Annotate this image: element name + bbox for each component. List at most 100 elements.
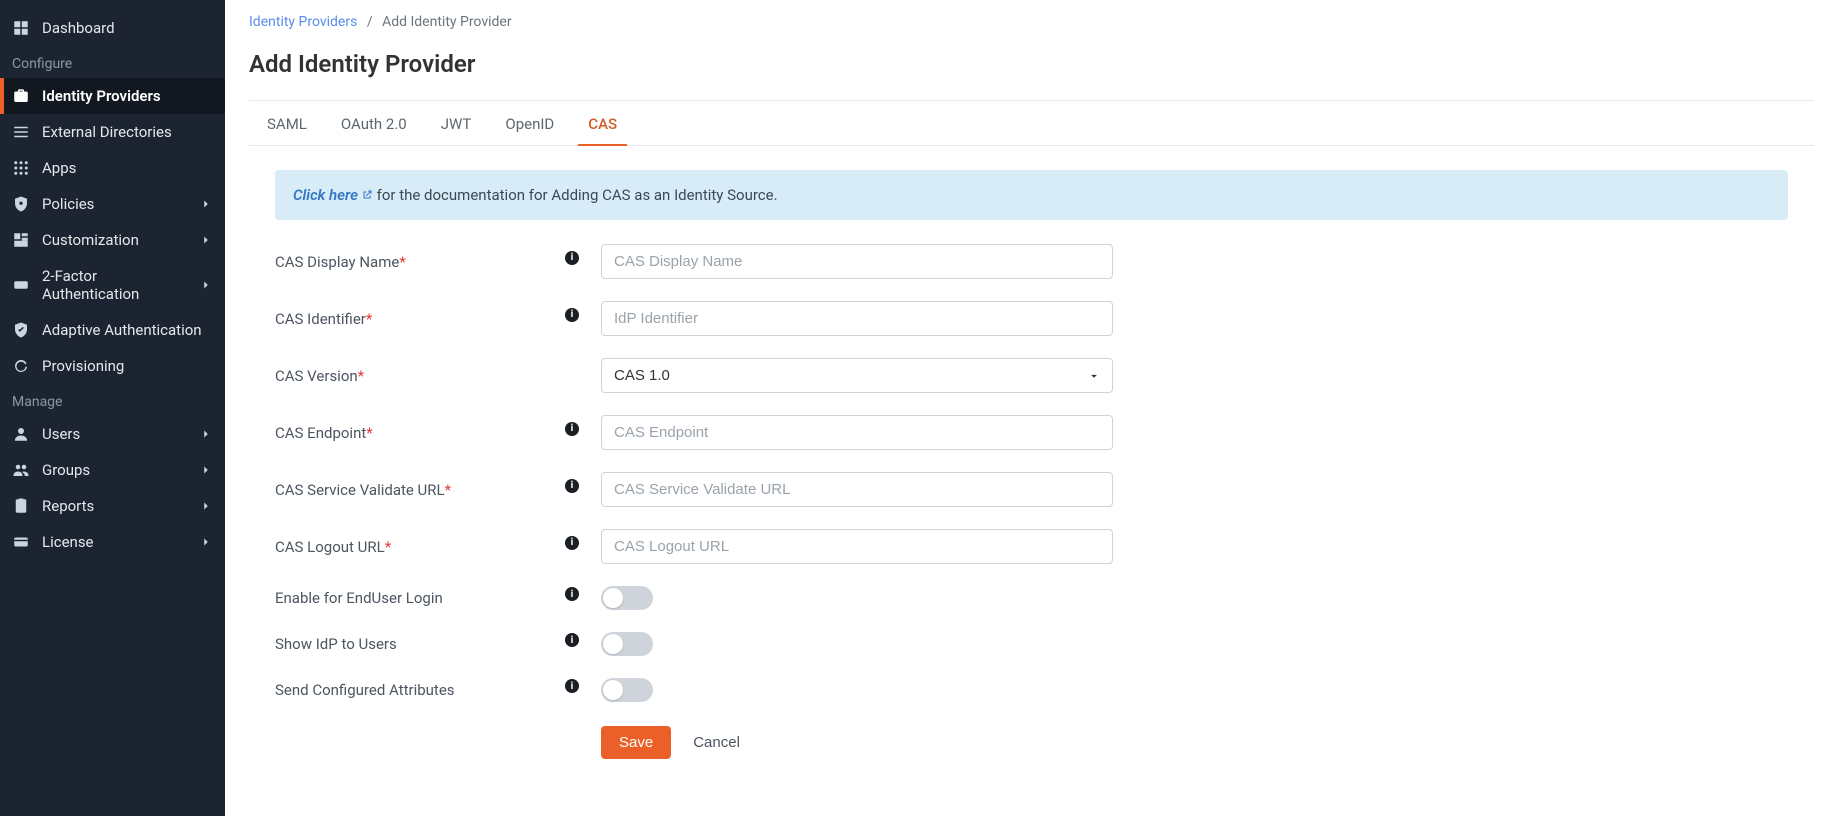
chevron-right-icon xyxy=(199,233,213,247)
sync-icon xyxy=(12,357,30,375)
label-show-idp: Show IdP to Users xyxy=(275,635,565,653)
sidebar-item-label: 2-Factor Authentication xyxy=(42,267,187,303)
sidebar-item-users[interactable]: Users xyxy=(0,416,225,452)
info-icon[interactable]: i xyxy=(565,633,579,647)
external-link-icon xyxy=(361,189,373,201)
info-banner: Click here for the documentation for Add… xyxy=(275,170,1788,220)
row-logout-url: CAS Logout URL* i xyxy=(275,529,1788,564)
info-icon[interactable]: i xyxy=(565,251,579,265)
input-logout-url[interactable] xyxy=(601,529,1113,564)
sidebar-item-label: License xyxy=(42,533,94,551)
toggle-enduser-login[interactable] xyxy=(601,586,653,610)
chevron-right-icon xyxy=(199,535,213,549)
sidebar-item-label: External Directories xyxy=(42,123,172,141)
toggle-send-attrs[interactable] xyxy=(601,678,653,702)
main-content: Identity Providers / Add Identity Provid… xyxy=(225,0,1838,816)
chevron-right-icon xyxy=(199,197,213,211)
info-icon[interactable]: i xyxy=(565,479,579,493)
sidebar-item-license[interactable]: License xyxy=(0,524,225,560)
chevron-right-icon xyxy=(199,499,213,513)
input-identifier[interactable] xyxy=(601,301,1113,336)
sidebar-item-customization[interactable]: Customization xyxy=(0,222,225,258)
info-icon[interactable]: i xyxy=(565,308,579,322)
label-send-attrs: Send Configured Attributes xyxy=(275,681,565,699)
sidebar-item-reports[interactable]: Reports xyxy=(0,488,225,524)
required-mark: * xyxy=(358,367,364,385)
info-tail: for the documentation for Adding CAS as … xyxy=(373,186,778,204)
row-validate-url: CAS Service Validate URL* i xyxy=(275,472,1788,507)
required-mark: * xyxy=(445,481,451,499)
sidebar-item-2fa[interactable]: 2-Factor Authentication xyxy=(0,258,225,312)
tab-content: Click here for the documentation for Add… xyxy=(249,146,1814,769)
select-version[interactable]: CAS 1.0 xyxy=(601,358,1113,393)
required-mark: * xyxy=(366,424,372,442)
info-icon[interactable]: i xyxy=(565,587,579,601)
sidebar-item-label: Adaptive Authentication xyxy=(42,321,202,339)
sidebar-item-label: Groups xyxy=(42,461,90,479)
tabs: SAML OAuth 2.0 JWT OpenID CAS xyxy=(249,101,1814,146)
label-endpoint: CAS Endpoint* xyxy=(275,424,565,442)
apps-icon xyxy=(12,159,30,177)
sidebar-section-configure: Configure xyxy=(0,46,225,78)
customize-icon xyxy=(12,231,30,249)
tab-jwt[interactable]: JWT xyxy=(439,101,474,145)
save-button[interactable]: Save xyxy=(601,726,671,759)
info-icon[interactable]: i xyxy=(565,422,579,436)
sidebar-item-label: Policies xyxy=(42,195,94,213)
briefcase-icon xyxy=(12,87,30,105)
row-enduser-login: Enable for EndUser Login i xyxy=(275,586,1788,610)
input-endpoint[interactable] xyxy=(601,415,1113,450)
label-enduser-login: Enable for EndUser Login xyxy=(275,589,565,607)
sidebar-item-dashboard[interactable]: Dashboard xyxy=(0,10,225,46)
cancel-button[interactable]: Cancel xyxy=(687,726,746,759)
tab-cas[interactable]: CAS xyxy=(586,101,619,145)
chevron-right-icon xyxy=(199,463,213,477)
card-icon xyxy=(12,533,30,551)
toggle-show-idp[interactable] xyxy=(601,632,653,656)
dashboard-icon xyxy=(12,19,30,37)
sidebar-item-external-directories[interactable]: External Directories xyxy=(0,114,225,150)
tab-openid[interactable]: OpenID xyxy=(503,101,556,145)
sidebar-item-provisioning[interactable]: Provisioning xyxy=(0,348,225,384)
input-validate-url[interactable] xyxy=(601,472,1113,507)
page-title: Add Identity Provider xyxy=(249,36,1814,100)
row-endpoint: CAS Endpoint* i xyxy=(275,415,1788,450)
row-version: CAS Version* CAS 1.0 xyxy=(275,358,1788,393)
required-mark: * xyxy=(399,253,405,271)
sidebar: Dashboard Configure Identity Providers E… xyxy=(0,0,225,816)
doc-link[interactable]: Click here xyxy=(293,186,373,204)
row-identifier: CAS Identifier* i xyxy=(275,301,1788,336)
info-icon[interactable]: i xyxy=(565,536,579,550)
breadcrumb-current: Add Identity Provider xyxy=(382,14,512,30)
breadcrumb-sep: / xyxy=(361,14,379,30)
sidebar-item-groups[interactable]: Groups xyxy=(0,452,225,488)
row-send-attrs: Send Configured Attributes i xyxy=(275,678,1788,702)
list-icon xyxy=(12,123,30,141)
input-display-name[interactable] xyxy=(601,244,1113,279)
required-mark: * xyxy=(366,310,372,328)
label-display-name: CAS Display Name* xyxy=(275,253,565,271)
doc-link-text: Click here xyxy=(293,186,358,204)
sidebar-item-label: Customization xyxy=(42,231,139,249)
breadcrumb: Identity Providers / Add Identity Provid… xyxy=(249,0,1814,36)
info-icon[interactable]: i xyxy=(565,679,579,693)
tab-oauth[interactable]: OAuth 2.0 xyxy=(339,101,409,145)
sidebar-item-adaptive-auth[interactable]: Adaptive Authentication xyxy=(0,312,225,348)
breadcrumb-parent[interactable]: Identity Providers xyxy=(249,14,357,30)
otp-icon xyxy=(12,276,30,294)
row-show-idp: Show IdP to Users i xyxy=(275,632,1788,656)
user-icon xyxy=(12,425,30,443)
label-version: CAS Version* xyxy=(275,367,565,385)
form-actions: Save Cancel xyxy=(275,726,1788,759)
sidebar-section-manage: Manage xyxy=(0,384,225,416)
row-display-name: CAS Display Name* i xyxy=(275,244,1788,279)
chevron-right-icon xyxy=(199,278,213,292)
sidebar-item-policies[interactable]: Policies xyxy=(0,186,225,222)
sidebar-item-identity-providers[interactable]: Identity Providers xyxy=(0,78,225,114)
sidebar-item-label: Reports xyxy=(42,497,94,515)
label-identifier: CAS Identifier* xyxy=(275,310,565,328)
tab-saml[interactable]: SAML xyxy=(265,101,309,145)
shield-check-icon xyxy=(12,321,30,339)
sidebar-item-apps[interactable]: Apps xyxy=(0,150,225,186)
sidebar-item-label: Provisioning xyxy=(42,357,124,375)
